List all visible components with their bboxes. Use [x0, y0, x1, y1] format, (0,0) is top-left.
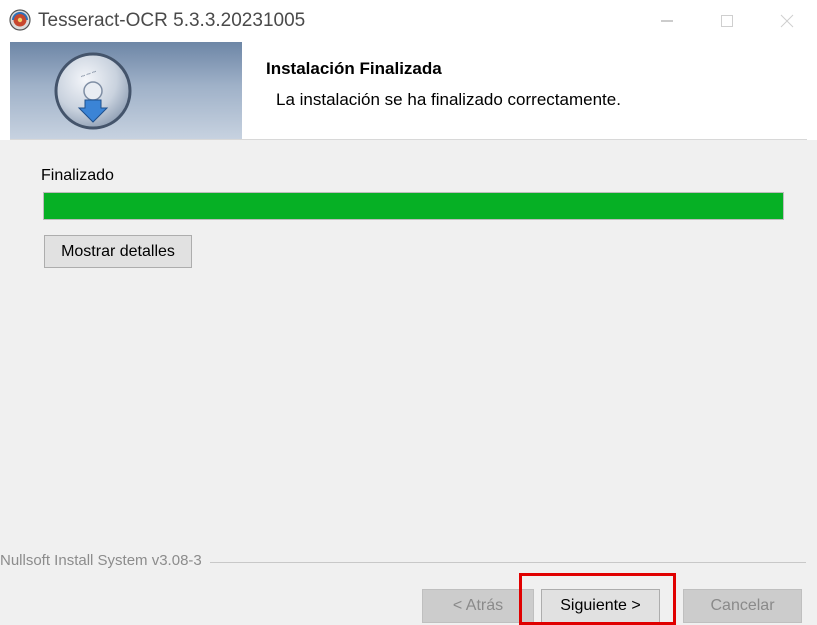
header-subtitle: La instalación se ha finalizado correcta… — [276, 90, 621, 109]
show-details-button[interactable]: Mostrar detalles — [44, 235, 192, 268]
progress-bar — [43, 192, 784, 220]
footer: Nullsoft Install System v3.08-3 < Atrás … — [0, 550, 817, 625]
maximize-icon — [721, 15, 733, 27]
back-button[interactable]: < Atrás — [422, 589, 534, 623]
branding-text: Nullsoft Install System v3.08-3 — [0, 552, 210, 569]
close-button[interactable] — [757, 0, 817, 42]
close-icon — [780, 14, 794, 28]
minimize-button[interactable] — [637, 0, 697, 42]
status-label: Finalizado — [41, 167, 114, 184]
installer-disk-icon: ~~~ — [54, 52, 132, 130]
content-area: Finalizado Mostrar detalles — [0, 140, 817, 550]
tesseract-app-icon — [9, 9, 31, 31]
next-button[interactable]: Siguiente > — [541, 589, 660, 623]
maximize-button[interactable] — [697, 0, 757, 42]
cancel-button[interactable]: Cancelar — [683, 589, 802, 623]
installer-header: ~~~ Instalación Finalizada La instalació… — [10, 42, 807, 140]
header-banner-background: ~~~ — [10, 42, 242, 139]
progress-bar-fill — [44, 193, 783, 219]
header-title: Instalación Finalizada — [266, 59, 442, 78]
window-title: Tesseract-OCR 5.3.3.20231005 — [38, 10, 306, 31]
minimize-icon — [661, 20, 673, 22]
title-bar: Tesseract-OCR 5.3.3.20231005 — [0, 0, 817, 42]
